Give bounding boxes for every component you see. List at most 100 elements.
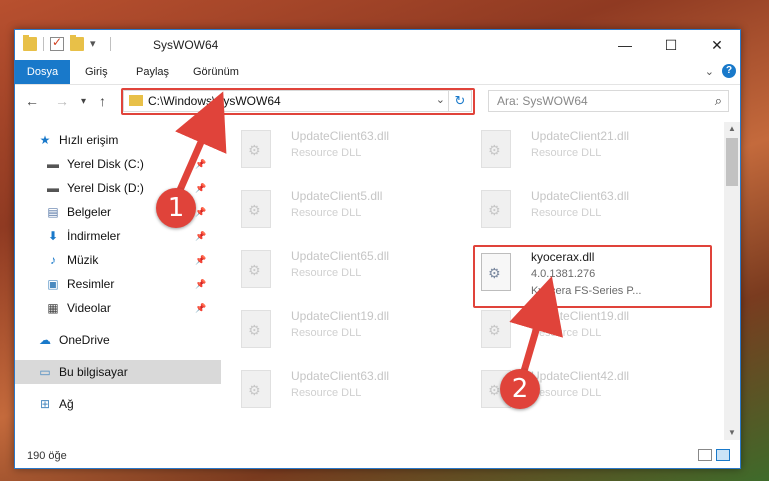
- ribbon: Dosya Giriş Paylaş Görünüm ⌄ ?: [15, 60, 740, 85]
- sidebar-item-music[interactable]: ♪ Müzik 📌: [15, 248, 238, 272]
- file-item[interactable]: UpdateClient21.dll Resource DLL: [471, 124, 699, 176]
- download-icon: ⬇: [47, 229, 59, 243]
- sidebar-item-label: İndirmeler: [67, 229, 121, 243]
- close-button[interactable]: ✕: [694, 30, 740, 60]
- dll-file-icon: [241, 250, 271, 288]
- sidebar-item-quick-access[interactable]: ★ Hızlı erişim: [15, 128, 230, 152]
- sidebar-item-label: Yerel Disk (C:): [67, 157, 144, 171]
- view-switcher: [698, 449, 730, 461]
- address-highlight: [121, 88, 475, 115]
- separator: [110, 37, 111, 51]
- dll-file-icon: [241, 130, 271, 168]
- sidebar-item-label: Videolar: [67, 301, 111, 315]
- file-description: Resource DLL: [291, 387, 362, 399]
- file-name: UpdateClient63.dll: [291, 129, 390, 143]
- music-icon: ♪: [50, 253, 56, 267]
- pin-icon: 📌: [195, 230, 207, 241]
- file-name: UpdateClient21.dll: [531, 129, 630, 143]
- recent-locations-button[interactable]: ▾: [81, 96, 86, 107]
- file-item[interactable]: UpdateClient65.dll Resource DLL: [231, 244, 459, 296]
- file-item[interactable]: UpdateClient63.dll Resource DLL: [471, 184, 699, 236]
- file-item[interactable]: UpdateClient19.dll Resource DLL: [231, 304, 459, 356]
- new-folder-icon[interactable]: [70, 35, 84, 51]
- file-name: UpdateClient19.dll: [291, 309, 390, 323]
- sidebar-item-this-pc[interactable]: ▭ Bu bilgisayar: [15, 360, 230, 384]
- sidebar-item-network[interactable]: ⊞ Ağ: [15, 392, 230, 416]
- file-description: Resource DLL: [291, 207, 362, 219]
- forward-button[interactable]: →: [55, 93, 69, 109]
- pin-icon: 📌: [195, 302, 207, 313]
- caption-buttons: — ☐ ✕: [602, 30, 740, 60]
- item-count: 190 öğe: [27, 450, 67, 462]
- pin-icon: 📌: [195, 158, 207, 169]
- video-icon: ▦: [47, 301, 59, 315]
- pin-icon: 📌: [195, 182, 207, 193]
- dll-file-icon: [241, 190, 271, 228]
- back-button[interactable]: ←: [25, 93, 39, 109]
- dll-file-icon: [241, 370, 271, 408]
- drive-icon: ▬: [47, 157, 59, 171]
- help-icon[interactable]: ?: [722, 64, 736, 78]
- file-description: Resource DLL: [531, 387, 602, 399]
- scroll-thumb[interactable]: [726, 138, 738, 186]
- details-view-icon[interactable]: [698, 449, 712, 461]
- sidebar-item-videos[interactable]: ▦ Videolar 📌: [15, 296, 238, 320]
- sidebar-item-drive-d[interactable]: ▬ Yerel Disk (D:) 📌: [15, 176, 238, 200]
- tab-view[interactable]: Görünüm: [193, 60, 239, 84]
- sidebar-item-onedrive[interactable]: ☁ OneDrive: [15, 328, 230, 352]
- file-highlight: [473, 245, 712, 308]
- search-icon: ⌕: [714, 93, 722, 108]
- file-item[interactable]: UpdateClient5.dll Resource DLL: [231, 184, 459, 236]
- tiles-view-icon[interactable]: [716, 449, 730, 461]
- dll-file-icon: [481, 130, 511, 168]
- sidebar-item-label: Ağ: [59, 397, 74, 411]
- scroll-up-icon[interactable]: ▲: [724, 122, 740, 136]
- sidebar-item-label: Hızlı erişim: [59, 133, 119, 147]
- file-item[interactable]: UpdateClient63.dll Resource DLL: [231, 364, 459, 416]
- file-description: Resource DLL: [291, 327, 362, 339]
- sidebar-item-label: Bu bilgisayar: [59, 365, 128, 379]
- vertical-scrollbar[interactable]: ▲ ▼: [724, 122, 740, 440]
- search-input[interactable]: Ara: SysWOW64: [497, 94, 588, 108]
- tab-file[interactable]: Dosya: [15, 60, 70, 84]
- file-name: UpdateClient5.dll: [291, 189, 383, 203]
- scroll-down-icon[interactable]: ▼: [724, 426, 740, 440]
- sidebar-item-label: OneDrive: [59, 333, 110, 347]
- search-box[interactable]: Ara: SysWOW64 ⌕: [488, 90, 729, 112]
- sidebar-item-label: Yerel Disk (D:): [67, 181, 144, 195]
- separator: [43, 37, 44, 51]
- navigation-pane: ★ Hızlı erişim ▬ Yerel Disk (C:) 📌 ▬ Yer…: [15, 122, 230, 440]
- properties-icon[interactable]: [50, 35, 64, 51]
- file-description: Resource DLL: [291, 267, 362, 279]
- pin-icon: 📌: [195, 278, 207, 289]
- minimize-button[interactable]: —: [602, 30, 648, 60]
- quick-access-toolbar: ▾: [23, 35, 111, 51]
- step-1-badge: 1: [156, 188, 196, 228]
- file-name: UpdateClient63.dll: [531, 189, 630, 203]
- pin-icon: 📌: [195, 206, 207, 217]
- tab-share[interactable]: Paylaş: [136, 60, 169, 84]
- sidebar-item-label: Resimler: [67, 277, 115, 291]
- sidebar-item-downloads[interactable]: ⬇ İndirmeler 📌: [15, 224, 238, 248]
- file-name: UpdateClient63.dll: [291, 369, 390, 383]
- star-icon: ★: [39, 133, 51, 147]
- sidebar-item-documents[interactable]: ▤ Belgeler 📌: [15, 200, 238, 224]
- file-name: UpdateClient42.dll: [531, 369, 630, 383]
- sidebar-item-drive-c[interactable]: ▬ Yerel Disk (C:) 📌: [15, 152, 238, 176]
- expand-ribbon-icon[interactable]: ⌄: [705, 65, 714, 78]
- file-item[interactable]: UpdateClient19.dll Resource DLL: [471, 304, 699, 356]
- up-button[interactable]: ↑: [99, 93, 106, 109]
- maximize-button[interactable]: ☐: [648, 30, 694, 60]
- file-description: Resource DLL: [531, 327, 602, 339]
- sidebar-item-pictures[interactable]: ▣ Resimler 📌: [15, 272, 238, 296]
- file-item[interactable]: UpdateClient63.dll Resource DLL: [231, 124, 459, 176]
- customize-toolbar-icon[interactable]: ▾: [90, 37, 104, 51]
- network-icon: ⊞: [39, 397, 51, 411]
- dll-file-icon: [241, 310, 271, 348]
- tab-home[interactable]: Giriş: [85, 60, 108, 84]
- file-description: Resource DLL: [531, 147, 602, 159]
- dll-file-icon: [481, 190, 511, 228]
- cloud-icon: ☁: [39, 333, 51, 347]
- sidebar-item-label: Müzik: [67, 253, 99, 267]
- folder-icon: [23, 35, 37, 51]
